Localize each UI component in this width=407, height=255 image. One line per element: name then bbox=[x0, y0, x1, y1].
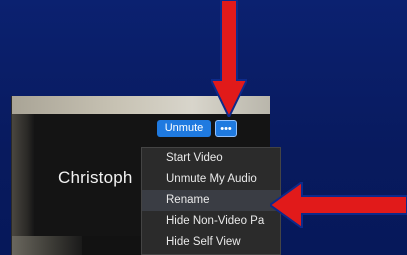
camera-feed-edge bbox=[12, 114, 34, 255]
more-options-button[interactable]: ••• bbox=[215, 120, 237, 137]
unmute-button[interactable]: Unmute bbox=[157, 120, 211, 137]
participant-context-menu: Start Video Unmute My Audio Rename Hide … bbox=[141, 147, 281, 255]
camera-feed-corner bbox=[12, 236, 82, 255]
red-down-arrow-icon bbox=[211, 0, 247, 117]
menu-item-hide-self-view[interactable]: Hide Self View bbox=[142, 232, 280, 253]
menu-item-hide-non-video-participants[interactable]: Hide Non-Video Pa bbox=[142, 211, 280, 232]
menu-item-rename[interactable]: Rename bbox=[142, 190, 280, 211]
menu-item-unmute-my-audio[interactable]: Unmute My Audio bbox=[142, 169, 280, 190]
red-left-arrow-icon bbox=[270, 182, 407, 228]
participant-name: Christoph bbox=[58, 168, 133, 187]
menu-item-start-video[interactable]: Start Video bbox=[142, 148, 280, 169]
